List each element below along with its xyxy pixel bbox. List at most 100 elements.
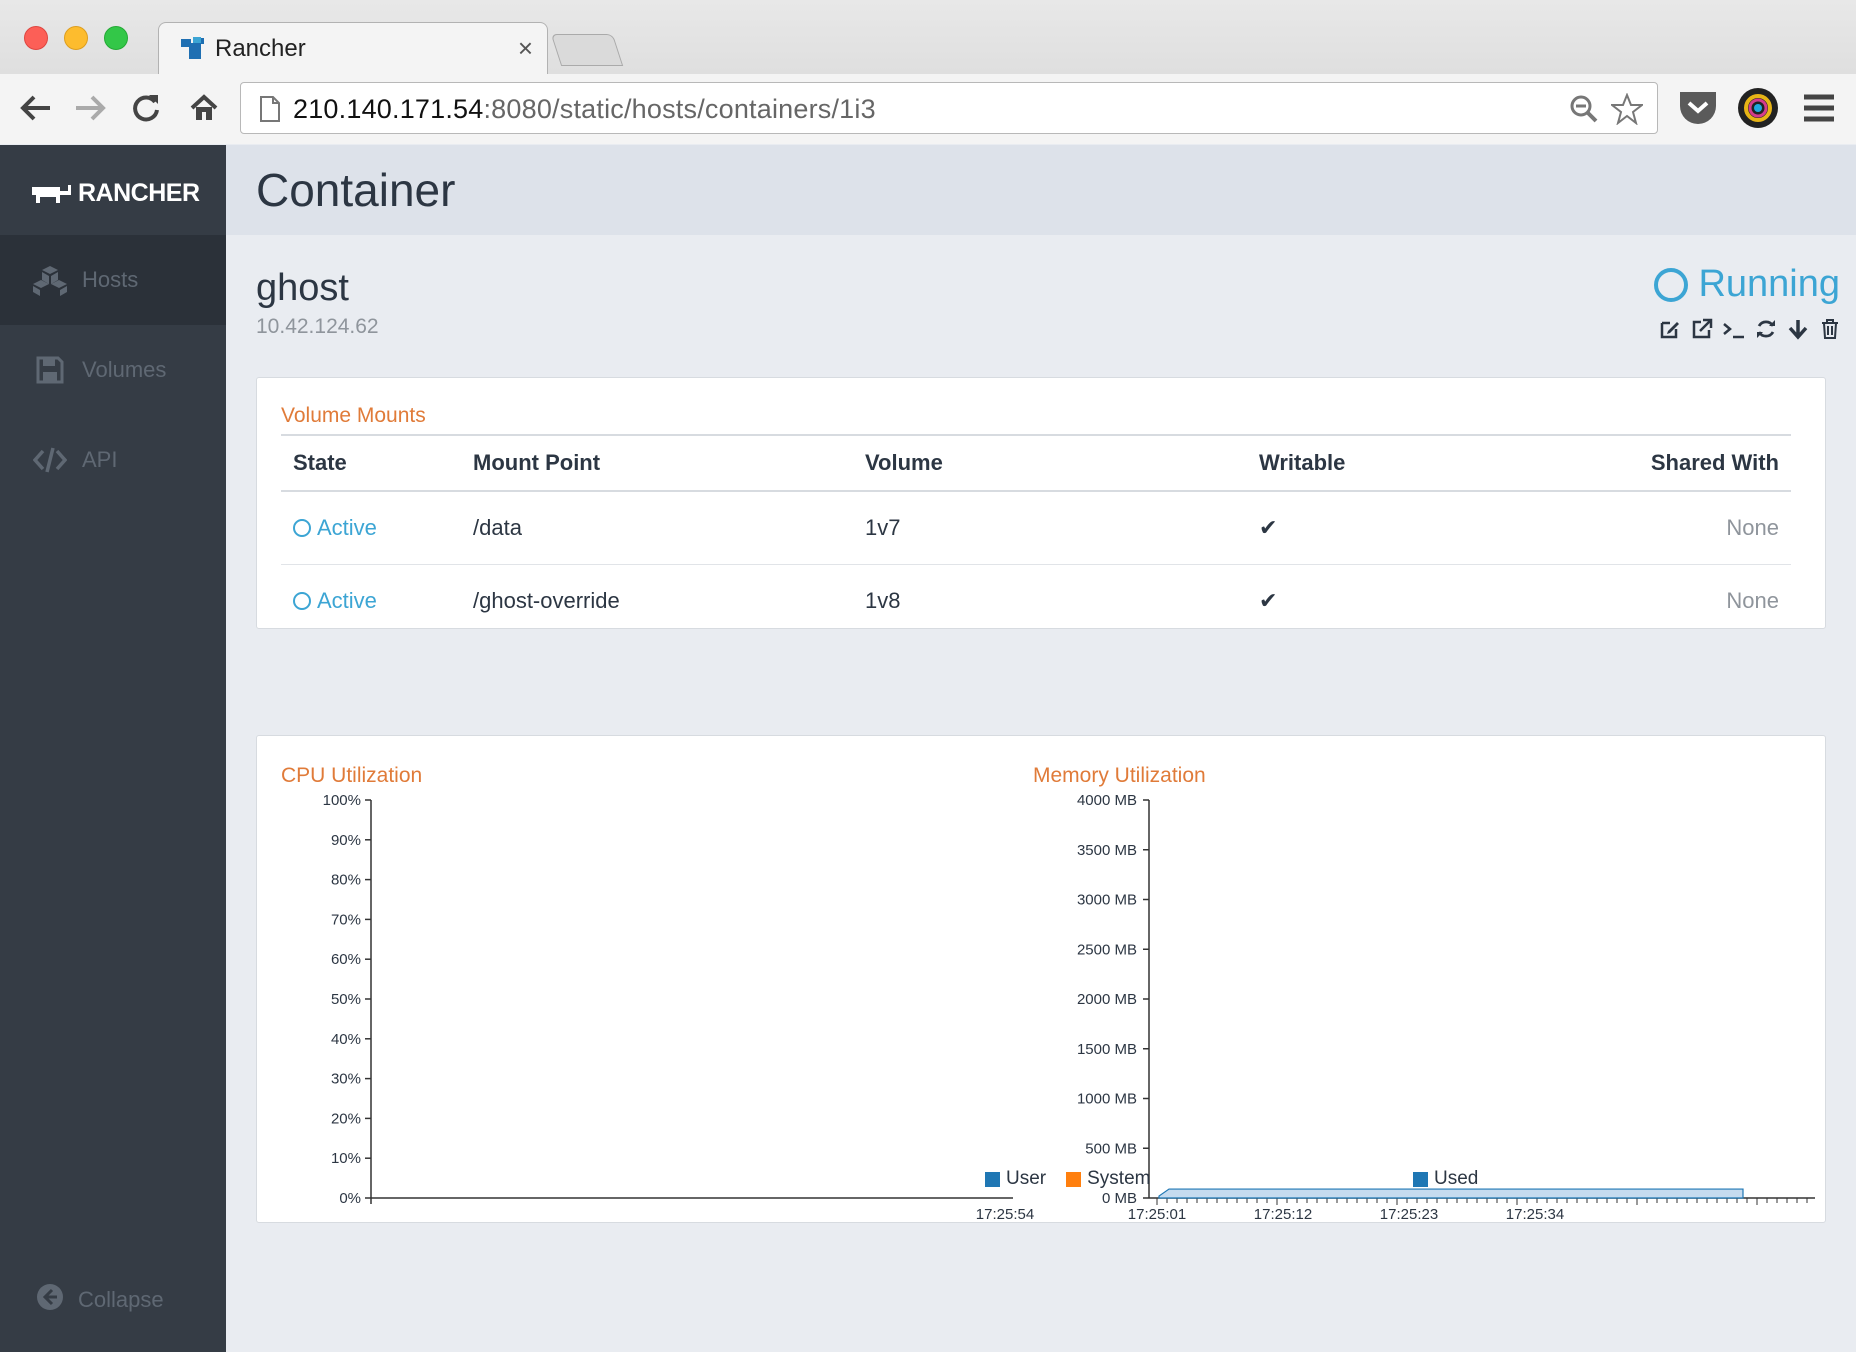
table-header-row: State Mount Point Volume Writable Shared…: [281, 434, 1791, 492]
cpu-y-tick-label: 80%: [331, 872, 361, 889]
page-icon: [260, 96, 280, 122]
collapse-label: Collapse: [78, 1287, 164, 1312]
url-path: :8080/static/hosts/containers/1i3: [483, 94, 876, 124]
rancher-favicon-icon: [181, 37, 204, 59]
legend-swatch-used: [1413, 1171, 1428, 1187]
container-actions: [1658, 317, 1842, 341]
sidebar-item-label: API: [82, 447, 118, 472]
status-ring-icon: [1654, 267, 1689, 302]
memory-y-tick-label: 1000 MB: [1077, 1091, 1137, 1108]
delete-icon[interactable]: [1818, 317, 1842, 341]
memory-used-area: [1158, 1188, 1744, 1199]
sidebar-item-hosts[interactable]: Hosts: [0, 235, 226, 325]
floppy-icon: [30, 355, 70, 385]
writable-check-icon: ✔: [1259, 588, 1278, 613]
mount-point-cell: /data: [461, 491, 853, 565]
table-row: Active /data 1v7 ✔ None: [281, 491, 1791, 565]
legend-label-user: User: [1006, 1168, 1047, 1189]
legend-label-system: System: [1087, 1168, 1151, 1189]
new-tab-button[interactable]: [550, 34, 624, 66]
navigation-bar: 210.140.171.54:8080/static/hosts/contain…: [0, 74, 1856, 144]
memory-x-tick-label: 17:25:01: [1128, 1206, 1186, 1223]
memory-x-tick-label: 17:25:34: [1506, 1206, 1564, 1223]
forward-button[interactable]: [70, 86, 110, 130]
column-header-shared-with: Shared With: [1547, 434, 1791, 492]
utilization-charts-svg: 100% 90% 80% 70% 60% 50% 40% 30% 20% 10% 0% 17:25:5…: [323, 792, 1815, 1223]
cpu-y-tick-label: 70%: [331, 911, 361, 928]
memory-y-tick-label: 2000 MB: [1077, 991, 1137, 1008]
mount-point-cell: /ghost-override: [473, 588, 620, 613]
pocket-icon[interactable]: [1676, 86, 1720, 130]
stop-icon[interactable]: [1786, 317, 1810, 341]
legend-swatch-user: [985, 1171, 1000, 1187]
home-button[interactable]: [184, 86, 224, 130]
cpu-y-tick-label: 40%: [331, 1031, 361, 1048]
page-title: Container: [256, 164, 456, 216]
status-badge: Running: [1654, 263, 1840, 306]
home-icon: [190, 94, 218, 120]
restart-icon[interactable]: [1754, 317, 1778, 341]
browser-tab[interactable]: Rancher ×: [158, 22, 548, 74]
status-label: Running: [1698, 263, 1840, 305]
cpu-y-tick-label: 100%: [323, 792, 361, 809]
memory-y-tick-label: 3500 MB: [1077, 842, 1137, 859]
forward-arrow-icon: [76, 95, 106, 121]
logo-text: RANCHER: [78, 179, 200, 207]
legend-label-used: Used: [1434, 1168, 1479, 1189]
sidebar-item-api[interactable]: API: [0, 415, 226, 505]
writable-check-icon: ✔: [1247, 491, 1547, 565]
memory-y-tick-label: 2500 MB: [1077, 941, 1137, 958]
collapse-button[interactable]: Collapse: [0, 1283, 226, 1317]
hamburger-menu-icon[interactable]: [1800, 88, 1838, 128]
tab-close-icon[interactable]: ×: [518, 33, 533, 64]
edit-icon[interactable]: [1658, 317, 1682, 341]
browser-chrome: Rancher × 210.140.171.54:8080/static/hos…: [0, 0, 1856, 144]
cpu-y-tick-label: 60%: [331, 951, 361, 968]
page-header: Container: [226, 145, 1856, 235]
color-picker-extension-icon[interactable]: [1738, 88, 1778, 128]
volume-mounts-table: State Mount Point Volume Writable Shared…: [281, 434, 1791, 637]
state-label: Active: [317, 515, 377, 540]
sidebar-item-volumes[interactable]: Volumes: [0, 325, 226, 415]
memory-y-tick-label: 1500 MB: [1077, 1041, 1137, 1058]
code-icon: [30, 446, 70, 474]
rancher-cow-icon: [32, 184, 71, 203]
volume-cell[interactable]: 1v7: [853, 491, 1247, 565]
reload-button[interactable]: [126, 86, 166, 130]
column-header-state: State: [281, 434, 461, 492]
cpu-y-tick-label: 10%: [331, 1150, 361, 1167]
cubes-icon: [30, 264, 70, 296]
external-link-icon[interactable]: [1690, 317, 1714, 341]
table-row: Active /ghost-override 1v8 ✔ None: [281, 565, 1791, 638]
memory-x-tick-label: 17:25:12: [1254, 1206, 1312, 1223]
bookmark-star-icon[interactable]: [1611, 93, 1643, 125]
volume-cell[interactable]: 1v8: [853, 565, 1247, 638]
url-host: 210.140.171.54: [293, 94, 484, 124]
column-header-mount-point: Mount Point: [461, 434, 853, 492]
utilization-charts-card: CPU Utilization Memory Utilization 100% 9…: [256, 735, 1826, 1223]
minimize-window-button[interactable]: [64, 26, 88, 50]
state-ring-icon: [293, 519, 311, 537]
collapse-arrow-icon: [36, 1283, 64, 1317]
address-bar[interactable]: 210.140.171.54:8080/static/hosts/contain…: [240, 82, 1658, 134]
back-button[interactable]: [16, 86, 56, 130]
cpu-y-tick-label: 50%: [331, 991, 361, 1008]
main-content: ghost 10.42.124.62 Running Volume Mounts: [226, 235, 1856, 1352]
state-cell: Active: [281, 491, 461, 565]
cpu-legend: User System: [985, 1168, 1150, 1190]
column-header-writable: Writable: [1247, 434, 1547, 492]
column-header-volume: Volume: [853, 434, 1247, 492]
reload-icon: [133, 95, 159, 122]
container-ip: 10.42.124.62: [256, 315, 379, 338]
sidebar-item-label: Hosts: [82, 267, 139, 292]
terminal-icon[interactable]: [1722, 317, 1746, 341]
shared-with-cell: None: [1726, 588, 1779, 613]
shared-with-cell: None: [1547, 491, 1791, 565]
volume-mounts-card: Volume Mounts State Mount Point Volume W…: [256, 377, 1826, 629]
zoom-window-button[interactable]: [104, 26, 128, 50]
close-window-button[interactable]: [24, 26, 48, 50]
cpu-y-tick-label: 0%: [339, 1190, 361, 1207]
cpu-y-tick-label: 30%: [331, 1071, 361, 1088]
rancher-logo[interactable]: RANCHER: [30, 179, 200, 208]
zoom-icon[interactable]: [1569, 94, 1599, 124]
